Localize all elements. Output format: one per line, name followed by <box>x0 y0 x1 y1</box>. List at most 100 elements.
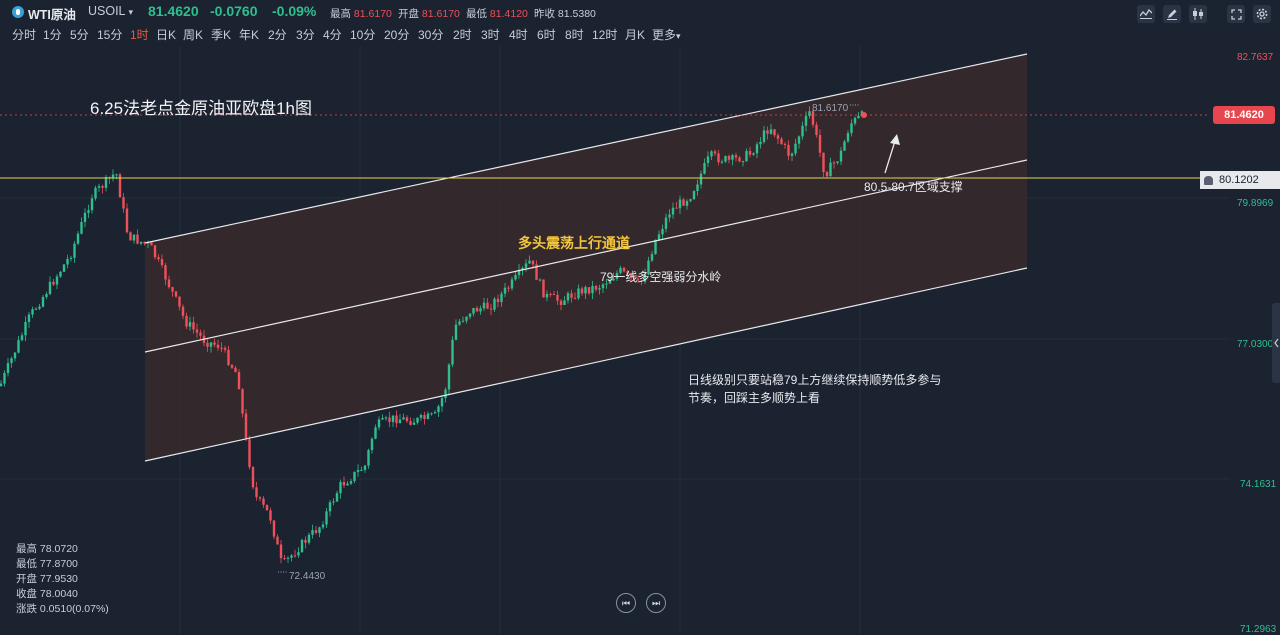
candle-body <box>318 527 321 533</box>
period-tab[interactable]: 更多▾ <box>652 26 681 43</box>
chart-area[interactable]: 6.25法老点金原油亚欧盘1h图 多头震荡上行通道 79一线多空强弱分水岭 80… <box>0 46 1280 635</box>
candle-body <box>496 298 500 303</box>
candle-body <box>545 293 549 298</box>
candle-body <box>104 177 108 188</box>
candle-body <box>461 320 465 322</box>
period-tab[interactable]: 8时 <box>565 26 584 43</box>
draw-pen-icon[interactable] <box>1163 5 1181 23</box>
candle-body <box>479 308 482 312</box>
axis-label: 77.0300 <box>1237 339 1274 350</box>
candle-body <box>31 309 34 315</box>
last-price-dot <box>861 112 867 118</box>
candle-body <box>139 241 143 244</box>
candle-type-icon[interactable] <box>1189 5 1207 23</box>
candle-body <box>185 315 188 327</box>
candle-body <box>773 129 776 136</box>
candle-body <box>475 307 479 312</box>
side-panel-toggle[interactable] <box>1272 303 1280 383</box>
candle-body <box>244 413 248 440</box>
candle-body <box>223 347 227 350</box>
ohlc-value: 77.9530 <box>39 573 78 585</box>
candle-body <box>776 135 780 139</box>
period-tab[interactable]: 2分 <box>268 26 287 43</box>
candle-body <box>230 365 234 368</box>
period-tab[interactable]: 季K <box>211 26 231 43</box>
stat-value: 81.5380 <box>557 8 596 20</box>
candle-body <box>731 155 734 160</box>
period-tab[interactable]: 4分 <box>323 26 342 43</box>
candle-body <box>717 153 720 163</box>
period-tab-label: 更多 <box>652 28 677 42</box>
period-tab[interactable]: 12时 <box>592 26 617 43</box>
candle-body <box>682 199 685 206</box>
candle-body <box>423 415 426 419</box>
symbol-selector[interactable]: USOIL ▾ <box>88 4 133 18</box>
period-tab[interactable]: 分时 <box>12 26 36 43</box>
candle-body <box>293 555 297 557</box>
candle-body <box>472 307 475 314</box>
period-tab[interactable]: 日K <box>156 26 176 43</box>
candle-body <box>538 279 542 281</box>
candle-body <box>234 367 237 373</box>
current-price-tag: 81.4620 <box>1213 106 1275 124</box>
candle-body <box>48 281 52 294</box>
stat-label: 昨收 <box>534 8 555 20</box>
candle-body <box>276 536 279 545</box>
candle-body <box>94 187 97 199</box>
candle-body <box>17 340 20 353</box>
horizontal-line-price-tag[interactable]: 80.1202 <box>1200 171 1280 189</box>
period-tab[interactable]: 15分 <box>97 26 122 43</box>
candle-body <box>675 207 678 209</box>
stat-label: 最低 <box>466 8 487 20</box>
period-tab[interactable]: 4时 <box>509 26 528 43</box>
candle-body <box>465 316 468 321</box>
bell-icon[interactable] <box>1204 175 1213 185</box>
candle-body <box>696 184 699 191</box>
midline-label: 79一线多空强弱分水岭 <box>600 270 722 284</box>
period-tab[interactable]: 20分 <box>384 26 409 43</box>
high-marker-label: 81.6170 <box>812 103 849 114</box>
candle-body <box>69 257 73 259</box>
candle-body <box>349 481 353 484</box>
candle-body <box>41 296 45 307</box>
period-tab[interactable]: 30分 <box>418 26 443 43</box>
period-tab[interactable]: 5分 <box>70 26 89 43</box>
candle-body <box>377 419 381 428</box>
period-tab[interactable]: 月K <box>625 26 645 43</box>
note-line-2: 节奏，回踩主多顺势上看 <box>688 391 821 405</box>
candle-body <box>426 413 430 419</box>
fullscreen-icon[interactable] <box>1227 5 1245 23</box>
candlestick-chart[interactable] <box>0 46 1280 634</box>
stat-label: 最高 <box>330 8 351 20</box>
settings-icon[interactable] <box>1253 5 1271 23</box>
candle-body <box>598 288 601 290</box>
candle-body <box>188 322 192 327</box>
candle-body <box>38 306 41 309</box>
candle-body <box>528 260 531 264</box>
period-tab[interactable]: 6时 <box>537 26 556 43</box>
candle-body <box>839 150 843 162</box>
next-page-button[interactable]: ⏭ <box>646 593 666 613</box>
candle-body <box>241 389 244 414</box>
ohlc-row: 最高 78.0720 <box>16 541 78 556</box>
candle-body <box>367 450 370 466</box>
candle-body <box>430 413 433 415</box>
prev-page-button[interactable]: ⏮ <box>616 593 636 613</box>
candle-body <box>587 287 591 294</box>
candle-body <box>706 156 710 163</box>
candle-body <box>62 264 66 272</box>
period-tab[interactable]: 3时 <box>481 26 500 43</box>
period-tab[interactable]: 周K <box>183 26 203 43</box>
period-tab[interactable]: 3分 <box>296 26 315 43</box>
candle-body <box>181 306 185 316</box>
candle-body <box>829 162 832 177</box>
candle-body <box>199 332 202 336</box>
period-tab[interactable]: 10分 <box>350 26 375 43</box>
period-tab[interactable]: 1分 <box>43 26 62 43</box>
period-tab[interactable]: 1时 <box>130 26 149 43</box>
candle-body <box>468 313 472 317</box>
horizontal-line-price: 80.1202 <box>1219 174 1259 186</box>
period-tab[interactable]: 2时 <box>453 26 472 43</box>
period-tab[interactable]: 年K <box>239 26 259 43</box>
indicator-icon[interactable] <box>1137 5 1155 23</box>
